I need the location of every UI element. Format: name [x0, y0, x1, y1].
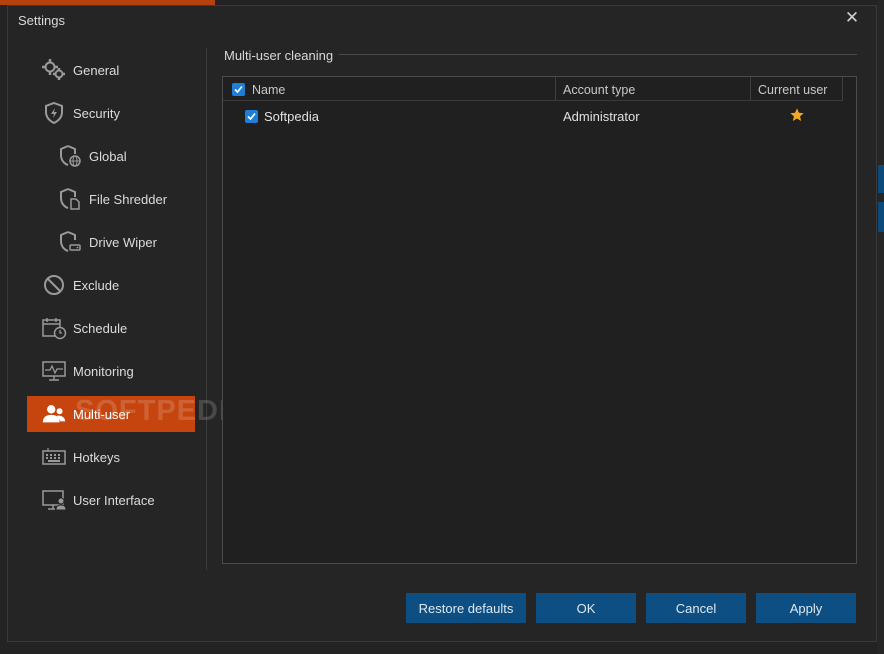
- table-header: Name Account type Current user: [223, 77, 843, 101]
- sidebar-item-schedule[interactable]: Schedule: [27, 310, 195, 346]
- users-icon: [41, 401, 67, 427]
- column-header-account-type[interactable]: Account type: [563, 77, 635, 101]
- sidebar-item-label: Exclude: [73, 277, 120, 293]
- sidebar-item-label: User Interface: [73, 492, 155, 508]
- gears-icon: [41, 57, 67, 83]
- shield-globe-icon: [57, 143, 83, 169]
- sidebar-item-hotkeys[interactable]: Hotkeys: [27, 439, 195, 475]
- monitor-pulse-icon: [41, 358, 67, 384]
- sidebar-item-label: Security: [73, 105, 120, 121]
- settings-sidebar: General Security Global File Shredder Dr: [27, 44, 207, 564]
- shield-drive-icon: [57, 229, 83, 255]
- sidebar-item-label: Multi-user: [73, 406, 131, 422]
- select-all-checkbox[interactable]: [232, 83, 245, 96]
- column-header-current-user[interactable]: Current user: [758, 77, 827, 101]
- sidebar-divider: [206, 48, 207, 570]
- sidebar-item-label: Schedule: [73, 320, 128, 336]
- settings-dialog: Settings ✕ General Security Global File …: [7, 5, 877, 642]
- monitor-user-icon: [41, 487, 67, 513]
- sidebar-item-label: Hotkeys: [73, 449, 120, 465]
- keyboard-icon: [41, 444, 67, 470]
- sidebar-item-user-interface[interactable]: User Interface: [27, 482, 195, 518]
- sidebar-item-label: Drive Wiper: [89, 234, 157, 250]
- sidebar-item-multi-user[interactable]: Multi-user: [27, 396, 195, 432]
- background-highlight: [878, 202, 884, 232]
- prohibited-icon: [41, 272, 67, 298]
- column-separator[interactable]: [750, 77, 751, 101]
- dialog-title: Settings: [18, 13, 65, 28]
- row-checkbox[interactable]: [245, 110, 258, 123]
- column-header-name[interactable]: Name: [252, 77, 285, 101]
- sidebar-item-label: General: [73, 62, 120, 78]
- sidebar-item-drive-wiper[interactable]: Drive Wiper: [27, 224, 195, 260]
- sidebar-item-global[interactable]: Global: [27, 138, 195, 174]
- shield-file-icon: [57, 186, 83, 212]
- sidebar-item-exclude[interactable]: Exclude: [27, 267, 195, 303]
- sidebar-item-monitoring[interactable]: Monitoring: [27, 353, 195, 389]
- sidebar-item-label: Monitoring: [73, 363, 134, 379]
- background-right-strip: [878, 0, 884, 654]
- section-title: Multi-user cleaning: [224, 48, 334, 63]
- apply-button[interactable]: Apply: [756, 593, 856, 623]
- sidebar-item-security[interactable]: Security: [27, 95, 195, 131]
- star-icon: [789, 107, 805, 126]
- section-divider: [339, 54, 857, 55]
- column-separator[interactable]: [555, 77, 556, 101]
- cancel-button[interactable]: Cancel: [646, 593, 746, 623]
- users-table: Name Account type Current user Softpedia…: [222, 76, 857, 564]
- user-name: Softpedia: [264, 109, 319, 124]
- restore-defaults-button[interactable]: Restore defaults: [406, 593, 526, 623]
- shield-icon: [41, 100, 67, 126]
- column-separator[interactable]: [842, 77, 843, 101]
- calendar-clock-icon: [41, 315, 67, 341]
- account-type: Administrator: [563, 109, 640, 124]
- sidebar-item-file-shredder[interactable]: File Shredder: [27, 181, 195, 217]
- background-highlight: [878, 165, 884, 193]
- sidebar-item-general[interactable]: General: [27, 52, 195, 88]
- sidebar-item-label: Global: [89, 148, 127, 164]
- ok-button[interactable]: OK: [536, 593, 636, 623]
- close-button[interactable]: ✕: [842, 8, 862, 28]
- sidebar-item-label: File Shredder: [89, 191, 168, 207]
